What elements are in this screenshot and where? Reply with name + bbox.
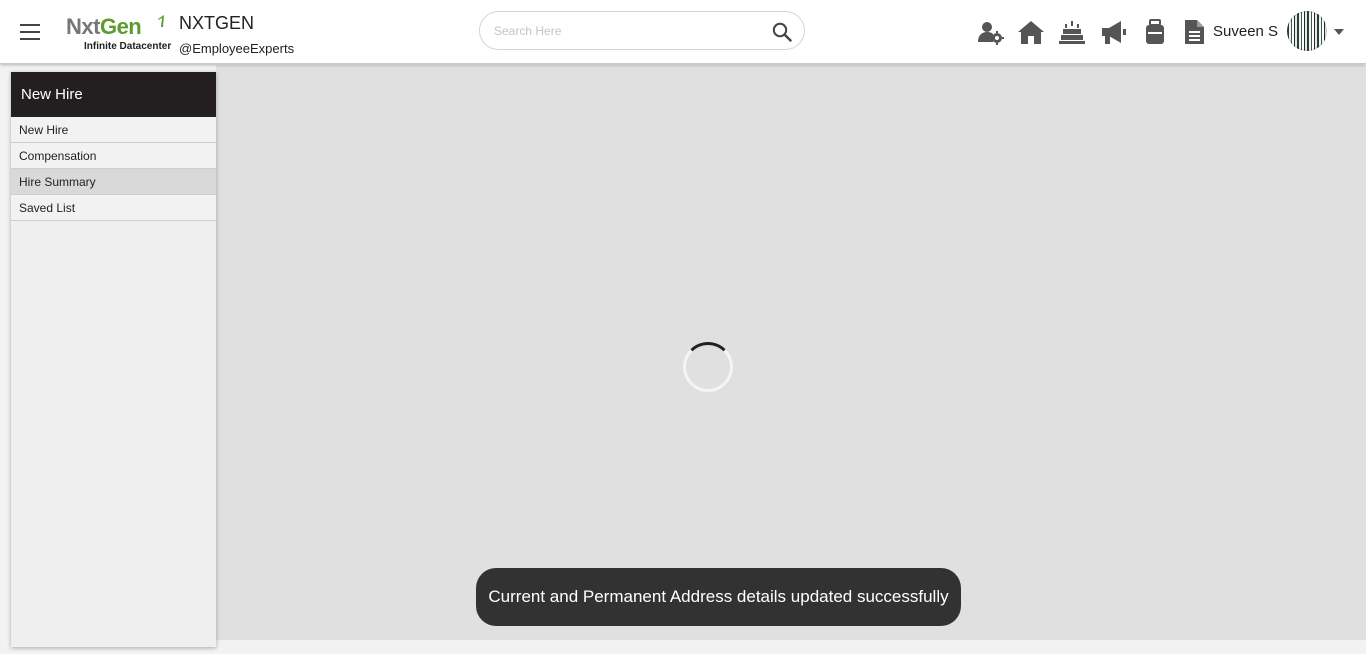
user-avatar[interactable] — [1287, 11, 1327, 51]
hamburger-menu-icon[interactable] — [20, 24, 40, 40]
company-name: NXTGEN — [179, 13, 255, 33]
top-header: NxtGen Infinite Datacenter NXTGEN @Emplo… — [0, 0, 1366, 64]
company-logo[interactable]: NxtGen Infinite Datacenter — [64, 14, 172, 54]
main-content — [216, 65, 1366, 640]
birthday-cake-icon[interactable] — [1058, 18, 1086, 46]
logo-leaf-icon — [158, 15, 164, 27]
home-icon[interactable] — [1017, 18, 1045, 46]
user-name[interactable]: Suveen S — [1213, 23, 1278, 40]
briefcase-icon[interactable] — [1141, 18, 1169, 46]
sidebar: New Hire New Hire Compensation Hire Summ… — [11, 72, 216, 647]
search-input[interactable] — [494, 21, 754, 41]
search-icon[interactable] — [772, 22, 792, 42]
document-icon[interactable] — [1180, 18, 1208, 46]
company-handle: @EmployeeExperts — [179, 41, 295, 56]
sidebar-item-saved-list[interactable]: Saved List — [11, 195, 216, 221]
loading-spinner-icon — [683, 342, 733, 392]
sidebar-title: New Hire — [11, 72, 216, 117]
team-settings-icon[interactable] — [976, 18, 1004, 46]
chevron-down-icon[interactable] — [1334, 29, 1344, 35]
sidebar-item-compensation[interactable]: Compensation — [11, 143, 216, 169]
search-bar — [479, 11, 805, 50]
sidebar-item-new-hire[interactable]: New Hire — [11, 117, 216, 143]
logo-subtext: Infinite Datacenter — [84, 41, 172, 52]
logo-wordmark: NxtGen — [66, 14, 142, 39]
toast-notification: Current and Permanent Address details up… — [476, 568, 961, 626]
toast-message: Current and Permanent Address details up… — [488, 587, 949, 606]
megaphone-icon[interactable] — [1099, 18, 1127, 46]
sidebar-item-hire-summary[interactable]: Hire Summary — [11, 169, 216, 195]
